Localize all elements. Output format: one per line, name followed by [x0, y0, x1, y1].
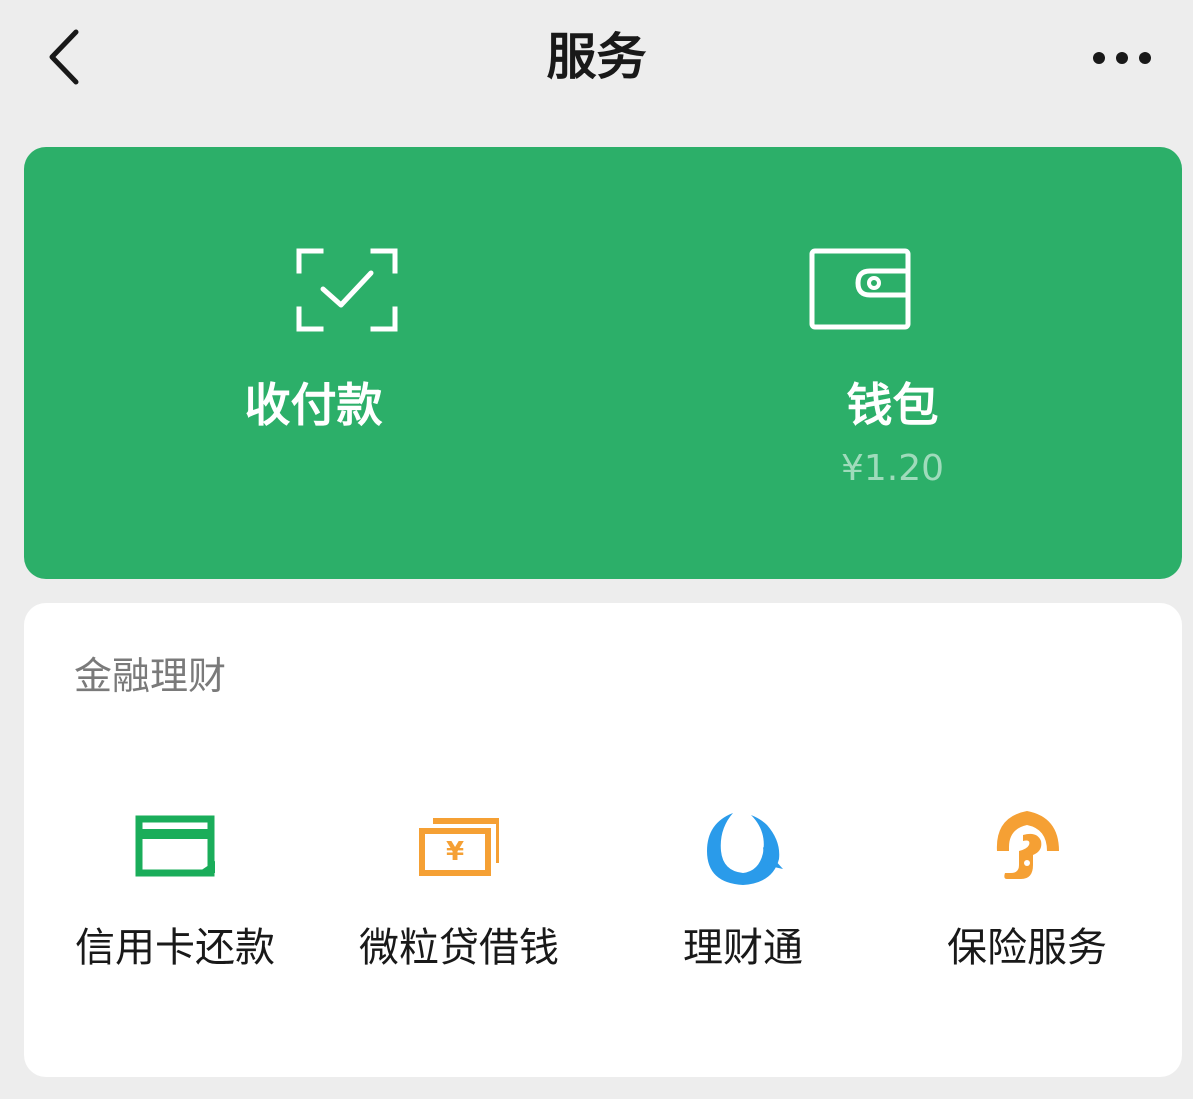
wallet-button[interactable]: 钱包 ¥1.20 [603, 147, 1182, 579]
finance-section: 金融理财 信用卡还款 ¥ 微粒贷借钱 理财通 保险服务 [24, 603, 1182, 1077]
page-title: 服务 [546, 28, 647, 86]
wallet-icon [809, 248, 911, 330]
more-dots-icon [1093, 52, 1151, 64]
insurance-button[interactable]: 保险服务 [882, 793, 1172, 993]
section-title: 金融理财 [74, 654, 227, 698]
insurance-label: 保险服务 [947, 925, 1107, 971]
wallet-label: 钱包 [846, 378, 939, 432]
licaitong-icon [707, 813, 783, 885]
credit-card-repay-button[interactable]: 信用卡还款 [30, 793, 320, 993]
wallet-balance: ¥1.20 [840, 448, 945, 489]
weilidai-loan-label: 微粒贷借钱 [359, 925, 559, 971]
yuan-bill-icon: ¥ [419, 818, 499, 876]
svg-text:¥: ¥ [446, 837, 464, 867]
wallet-card: 收付款 钱包 ¥1.20 [24, 147, 1182, 579]
more-button[interactable] [1085, 30, 1161, 86]
top-navigation-bar: 服务 [0, 0, 1193, 120]
licaitong-button[interactable]: 理财通 [598, 793, 888, 993]
licaitong-label: 理财通 [683, 925, 803, 971]
credit-card-icon [135, 815, 215, 877]
credit-card-repay-label: 信用卡还款 [75, 925, 275, 971]
weilidai-loan-button[interactable]: ¥ 微粒贷借钱 [314, 793, 604, 993]
receive-pay-button[interactable]: 收付款 [24, 147, 603, 579]
insurance-umbrella-icon [996, 811, 1059, 879]
receive-pay-label: 收付款 [244, 378, 383, 432]
scan-check-icon [296, 248, 398, 332]
